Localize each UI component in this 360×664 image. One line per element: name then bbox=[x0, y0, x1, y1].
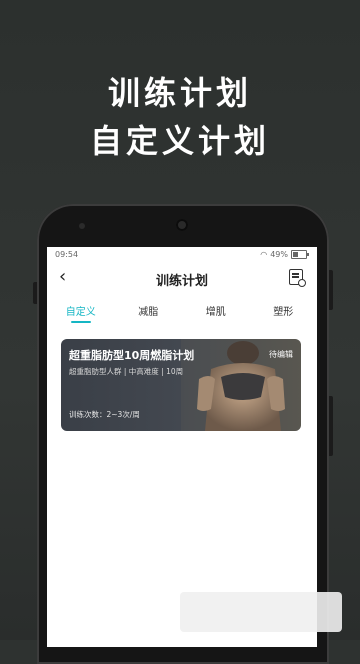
tab-shaping[interactable]: 塑形 bbox=[250, 297, 318, 325]
status-time: 09:54 bbox=[55, 250, 79, 259]
phone-side-button bbox=[329, 396, 333, 456]
phone-screen: 09:54 ◠ 49% ‹ 训练计划 自定义 减脂 增肌 塑形 超重脂肪型10周… bbox=[47, 247, 317, 647]
tab-fat-loss[interactable]: 减脂 bbox=[115, 297, 183, 325]
nav-bar: ‹ 训练计划 bbox=[47, 263, 317, 293]
phone-camera bbox=[176, 219, 188, 231]
phone-side-button bbox=[329, 270, 333, 310]
wifi-icon: ◠ bbox=[260, 250, 268, 259]
promo-subtitle: 自定义计划 bbox=[89, 122, 270, 160]
status-right: ◠ 49% bbox=[260, 250, 309, 259]
status-bar: 09:54 ◠ 49% bbox=[47, 247, 317, 263]
page-title: 训练计划 bbox=[155, 274, 208, 289]
plan-card[interactable]: 超重脂肪型10周燃脂计划 待编辑 超重脂肪型人群 | 中高难度 | 10周 训练… bbox=[61, 339, 301, 431]
plan-title: 超重脂肪型10周燃脂计划 bbox=[69, 349, 195, 362]
category-tabs: 自定义 减脂 增肌 塑形 bbox=[47, 297, 317, 325]
tab-custom[interactable]: 自定义 bbox=[47, 297, 115, 325]
plan-history-icon[interactable] bbox=[289, 269, 306, 287]
battery-icon bbox=[291, 250, 309, 259]
plan-status: 待编辑 bbox=[269, 350, 293, 359]
battery-percent: 49% bbox=[270, 250, 288, 259]
tab-muscle-gain[interactable]: 增肌 bbox=[182, 297, 250, 325]
watermark-logo bbox=[180, 592, 342, 632]
phone-sensor bbox=[79, 223, 85, 229]
plan-subtitle: 超重脂肪型人群 | 中高难度 | 10周 bbox=[69, 367, 184, 376]
plan-training-count: 训练次数：2~3次/周 bbox=[69, 410, 140, 419]
promo-title: 训练计划 bbox=[107, 74, 252, 112]
